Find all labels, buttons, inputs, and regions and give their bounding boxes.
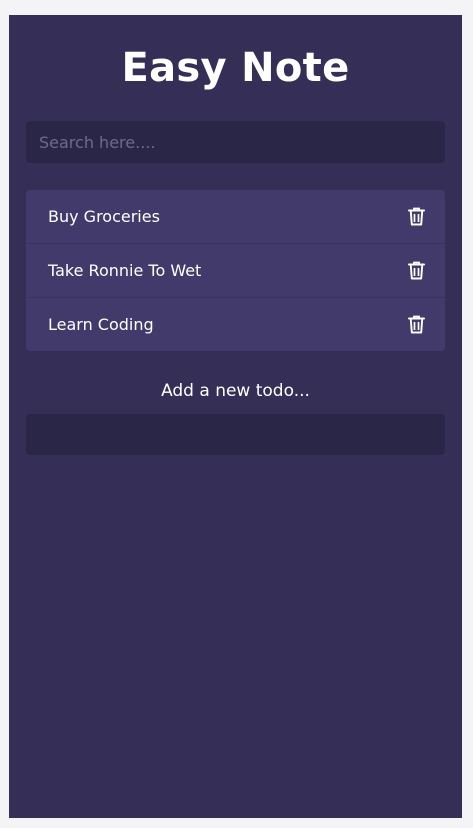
trash-icon[interactable]	[407, 261, 425, 281]
todo-item: Learn Coding	[26, 298, 445, 351]
todo-item-label: Buy Groceries	[48, 207, 160, 226]
add-todo-input[interactable]	[26, 414, 445, 455]
add-todo-label: Add a new todo...	[161, 381, 310, 401]
todo-item-label: Take Ronnie To Wet	[48, 261, 202, 280]
todo-list: Buy Groceries Take Ronnie To Wet Learn C…	[26, 190, 445, 351]
todo-item: Buy Groceries	[26, 190, 445, 244]
todo-item: Take Ronnie To Wet	[26, 244, 445, 298]
page-title: Easy Note	[121, 45, 350, 91]
search-input[interactable]	[26, 121, 445, 163]
trash-icon[interactable]	[407, 315, 425, 335]
todo-item-label: Learn Coding	[48, 315, 154, 334]
app-container: Easy Note Buy Groceries Take Ronnie To W…	[9, 15, 462, 818]
trash-icon[interactable]	[407, 207, 425, 227]
